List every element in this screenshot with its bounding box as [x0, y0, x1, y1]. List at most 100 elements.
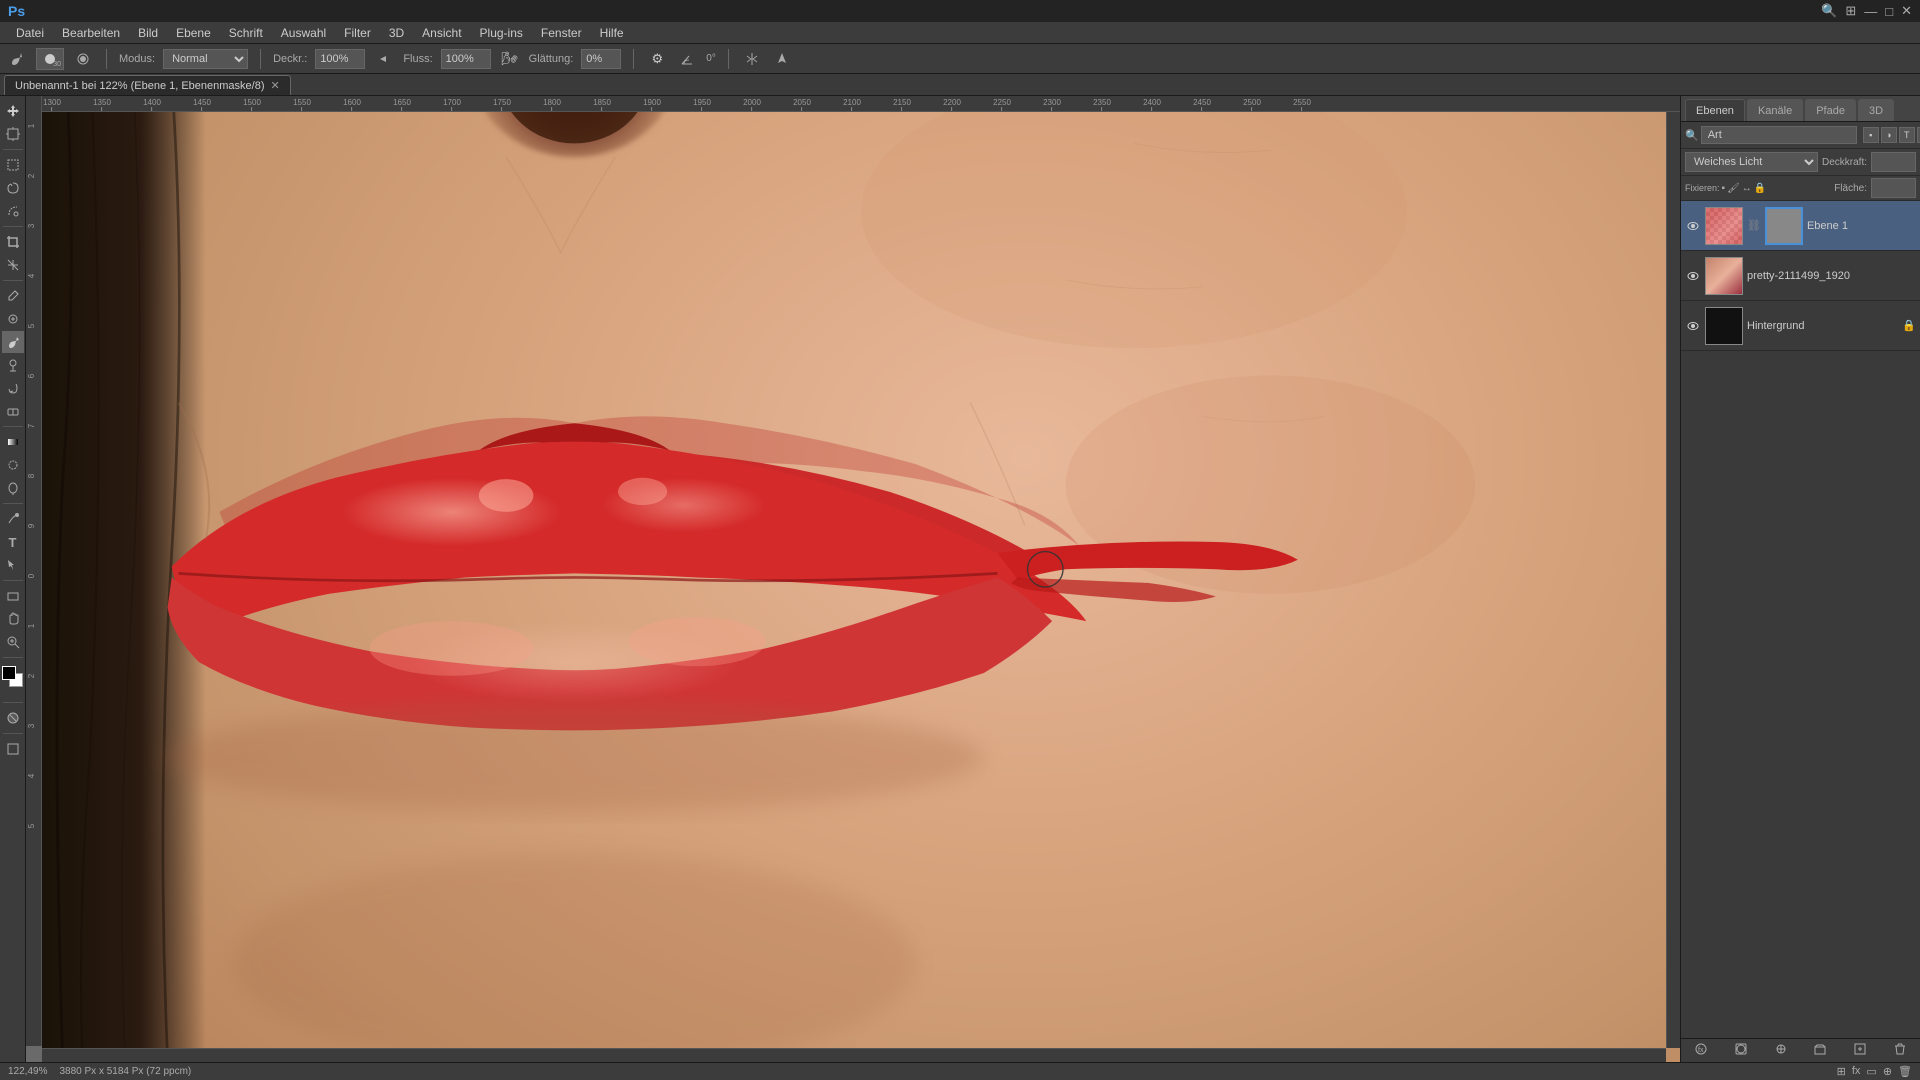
- ruler-top: 1300 1350 1400 1450 1500 1550 1600 1650 …: [42, 96, 1680, 112]
- new-layer-btn[interactable]: [1853, 1042, 1867, 1059]
- menu-bild[interactable]: Bild: [130, 24, 166, 42]
- add-mask-btn[interactable]: [1734, 1042, 1748, 1059]
- lock-transparent-icon[interactable]: ▪: [1722, 183, 1726, 194]
- settings-icon[interactable]: ⚙: [646, 48, 668, 70]
- document-tab[interactable]: Unbenannt-1 bei 122% (Ebene 1, Ebenenmas…: [4, 75, 291, 95]
- brush-tool[interactable]: [2, 331, 24, 353]
- airbrush-toggle[interactable]: [373, 48, 395, 70]
- status-arrange-icon[interactable]: fx: [1852, 1065, 1861, 1078]
- blend-mode-dropdown[interactable]: Weiches Licht Normal Multiplizieren Abdu…: [1685, 152, 1818, 172]
- history-brush-tool[interactable]: [2, 377, 24, 399]
- opacity-input[interactable]: [315, 49, 365, 69]
- smoothing-input[interactable]: [581, 49, 621, 69]
- angle-icon[interactable]: [676, 48, 698, 70]
- status-delete-icon[interactable]: 🗑: [1898, 1065, 1912, 1078]
- filter-pixel-icon[interactable]: ▪: [1863, 127, 1879, 143]
- lock-paint-icon[interactable]: 🖌: [1727, 183, 1740, 194]
- brush-tool-icon[interactable]: [6, 48, 28, 70]
- move-tool[interactable]: [2, 100, 24, 122]
- color-swatches[interactable]: [2, 666, 24, 698]
- zoom-tool[interactable]: [2, 631, 24, 653]
- path-select-tool[interactable]: [2, 554, 24, 576]
- symmetry-icon[interactable]: [741, 48, 763, 70]
- crop-tool[interactable]: [2, 231, 24, 253]
- window-close-btn[interactable]: ✕: [1901, 3, 1912, 19]
- menu-ebene[interactable]: Ebene: [168, 24, 219, 42]
- menu-hilfe[interactable]: Hilfe: [592, 24, 632, 42]
- layer-visibility-ebene1[interactable]: [1685, 218, 1701, 234]
- scroll-right[interactable]: [1666, 112, 1680, 1048]
- layer-item-ebene1[interactable]: ⛓ Ebene 1: [1681, 201, 1920, 251]
- quick-select-tool[interactable]: [2, 200, 24, 222]
- menu-bearbeiten[interactable]: Bearbeiten: [54, 24, 128, 42]
- tab-close-btn[interactable]: ✕: [271, 79, 280, 92]
- status-add-icon[interactable]: ⊕: [1883, 1065, 1892, 1078]
- slice-tool[interactable]: [2, 254, 24, 276]
- screen-mode-btn[interactable]: [2, 738, 24, 760]
- foreground-color-swatch[interactable]: [2, 666, 16, 680]
- delete-layer-btn[interactable]: [1893, 1042, 1907, 1059]
- layer-fill-input[interactable]: 100%: [1871, 178, 1916, 198]
- dodge-tool[interactable]: [2, 477, 24, 499]
- lasso-tool[interactable]: [2, 177, 24, 199]
- menu-fenster[interactable]: Fenster: [533, 24, 590, 42]
- brush-size-preview[interactable]: 30: [36, 48, 64, 70]
- filter-type-icon[interactable]: T: [1899, 127, 1915, 143]
- clone-stamp-tool[interactable]: [2, 354, 24, 376]
- layer-visibility-photo[interactable]: [1685, 268, 1701, 284]
- eraser-tool[interactable]: [2, 400, 24, 422]
- new-group-btn[interactable]: [1813, 1042, 1827, 1059]
- window-minimize-btn[interactable]: —: [1864, 4, 1877, 19]
- tab-ebenen[interactable]: Ebenen: [1685, 99, 1745, 121]
- brush-hardness-toggle[interactable]: [72, 48, 94, 70]
- eyedropper-tool[interactable]: [2, 285, 24, 307]
- layer-item-hintergrund[interactable]: Hintergrund 🔒: [1681, 301, 1920, 351]
- lock-all-icon[interactable]: 🔒: [1754, 183, 1766, 194]
- layer-item-photo[interactable]: pretty-2111499_1920: [1681, 251, 1920, 301]
- menu-schrift[interactable]: Schrift: [221, 24, 271, 42]
- tab-pfade[interactable]: Pfade: [1805, 99, 1856, 121]
- artboard-tool[interactable]: [2, 123, 24, 145]
- menu-filter[interactable]: Filter: [336, 24, 379, 42]
- canvas-area[interactable]: 1300 1350 1400 1450 1500 1550 1600 1650 …: [26, 96, 1680, 1062]
- status-mask-icon[interactable]: ▭: [1866, 1065, 1876, 1078]
- tab-kanaele[interactable]: Kanäle: [1747, 99, 1803, 121]
- scroll-bottom[interactable]: [42, 1048, 1666, 1062]
- ruler-mark: 1350: [93, 98, 111, 111]
- workspace-icon[interactable]: ⊞: [1845, 3, 1856, 19]
- filter-adjustment-icon[interactable]: ◑: [1881, 127, 1897, 143]
- lock-move-icon[interactable]: ↔: [1742, 183, 1752, 194]
- tab-3d[interactable]: 3D: [1858, 99, 1894, 121]
- hand-tool[interactable]: [2, 608, 24, 630]
- mode-dropdown[interactable]: Normal Auflösen Hintergrund Multiplizier…: [163, 49, 248, 69]
- svg-text:2: 2: [27, 173, 36, 178]
- layers-search-input[interactable]: [1701, 126, 1857, 144]
- menu-auswahl[interactable]: Auswahl: [273, 24, 334, 42]
- blur-tool[interactable]: [2, 454, 24, 476]
- window-maximize-btn[interactable]: □: [1885, 4, 1893, 19]
- new-fill-adjustment-btn[interactable]: [1774, 1042, 1788, 1059]
- marquee-tool[interactable]: [2, 154, 24, 176]
- gradient-tool[interactable]: [2, 431, 24, 453]
- pressure-icon[interactable]: [771, 48, 793, 70]
- flow-airbrush-icon[interactable]: 🌬: [499, 48, 521, 70]
- text-tool[interactable]: T: [2, 531, 24, 553]
- spot-heal-tool[interactable]: [2, 308, 24, 330]
- canvas-document[interactable]: [42, 112, 1680, 1062]
- layer-style-btn[interactable]: fx: [1694, 1042, 1708, 1059]
- flow-input[interactable]: [441, 49, 491, 69]
- svg-text:9: 9: [27, 523, 36, 528]
- menu-3d[interactable]: 3D: [381, 24, 412, 42]
- menu-datei[interactable]: Datei: [8, 24, 52, 42]
- layer-visibility-hintergrund[interactable]: [1685, 318, 1701, 334]
- menu-ansicht[interactable]: Ansicht: [414, 24, 469, 42]
- window-search-icon[interactable]: 🔍: [1821, 3, 1837, 19]
- status-icon-1[interactable]: ⊞: [1837, 1065, 1846, 1078]
- window-controls[interactable]: 🔍 ⊞ — □ ✕: [1821, 3, 1912, 19]
- quick-mask-mode[interactable]: [2, 707, 24, 729]
- rectangle-shape-tool[interactable]: [2, 585, 24, 607]
- menu-plugins[interactable]: Plug-ins: [472, 24, 531, 42]
- layer-opacity-input[interactable]: 100%: [1871, 152, 1916, 172]
- pen-tool[interactable]: [2, 508, 24, 530]
- svg-text:6: 6: [27, 373, 36, 378]
